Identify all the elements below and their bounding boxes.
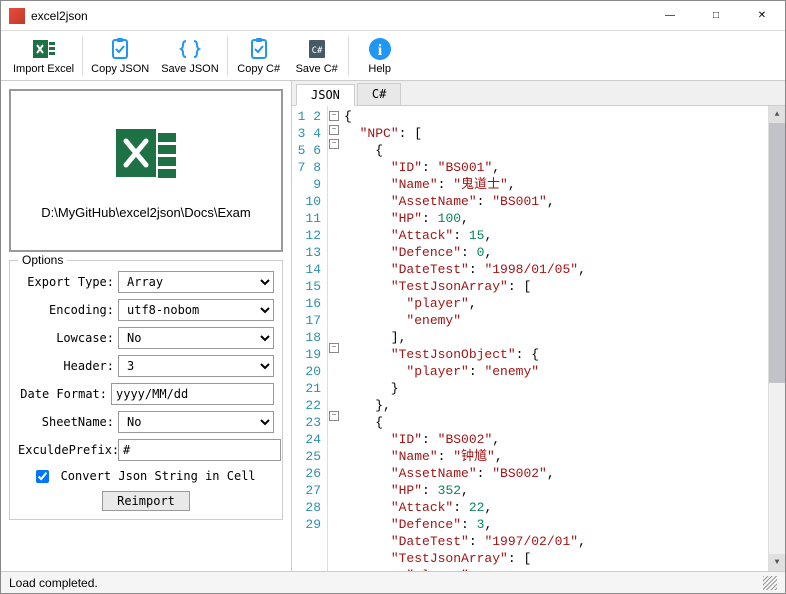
line-gutter: 1 2 3 4 5 6 7 8 9 10 11 12 13 14 15 16 1… (292, 106, 328, 571)
header-select[interactable]: 3 (118, 355, 274, 377)
tab-json[interactable]: JSON (296, 84, 355, 106)
scrollbar-down-icon[interactable]: ▼ (769, 554, 785, 571)
resize-grip[interactable] (763, 576, 777, 590)
options-group: Options Export Type: Array Encoding: utf… (9, 260, 283, 520)
copy-json-button[interactable]: Copy JSON (85, 35, 155, 77)
lowcase-select[interactable]: No (118, 327, 274, 349)
code-content[interactable]: { "NPC": [ { "ID": "BS001", "Name": "鬼道士… (340, 106, 768, 571)
left-panel: D:\MyGitHub\excel2json\Docs\Exam Options… (1, 81, 291, 571)
status-text: Load completed. (9, 576, 98, 590)
window-title: excel2json (31, 9, 647, 23)
tab-csharp[interactable]: C# (357, 83, 401, 105)
braces-icon (178, 37, 202, 61)
scrollbar-thumb[interactable] (769, 123, 785, 383)
exclude-prefix-label: ExculdePrefix: (18, 443, 118, 457)
file-drop-box[interactable]: D:\MyGitHub\excel2json\Docs\Exam (9, 89, 283, 252)
tabs: JSON C# (292, 81, 785, 106)
copy-csharp-label: Copy C# (237, 63, 280, 75)
help-label: Help (368, 63, 391, 75)
save-csharp-label: Save C# (296, 63, 338, 75)
excel-large-icon (114, 121, 178, 185)
export-type-select[interactable]: Array (118, 271, 274, 293)
right-panel: JSON C# 1 2 3 4 5 6 7 8 9 10 11 12 13 14… (291, 81, 785, 571)
svg-text:i: i (377, 42, 382, 59)
save-csharp-button[interactable]: C# Save C# (288, 35, 346, 77)
fold-column: −−−−− (328, 106, 340, 571)
save-json-label: Save JSON (161, 63, 218, 75)
toolbar: Import Excel Copy JSON Save JSON Copy C#… (1, 31, 785, 81)
titlebar: excel2json — □ ✕ (1, 1, 785, 31)
exclude-prefix-input[interactable] (118, 439, 281, 461)
encoding-label: Encoding: (18, 303, 118, 317)
vertical-scrollbar[interactable]: ▲ ▼ (768, 106, 785, 571)
clipboard-icon (108, 37, 132, 61)
svg-text:C#: C# (311, 46, 322, 56)
import-excel-label: Import Excel (13, 63, 74, 75)
header-label: Header: (18, 359, 118, 373)
reimport-button[interactable]: Reimport (102, 491, 190, 511)
lowcase-label: Lowcase: (18, 331, 118, 345)
excel-icon (32, 37, 56, 61)
convert-cell-label: Convert Json String in Cell (61, 469, 256, 483)
date-format-input[interactable] (111, 383, 274, 405)
date-format-label: Date Format: (18, 387, 111, 401)
close-button[interactable]: ✕ (739, 1, 785, 31)
code-file-icon: C# (305, 37, 329, 61)
options-legend: Options (18, 253, 67, 267)
scrollbar-up-icon[interactable]: ▲ (769, 106, 785, 123)
save-json-button[interactable]: Save JSON (155, 35, 224, 77)
sheetname-label: SheetName: (18, 415, 118, 429)
maximize-button[interactable]: □ (693, 1, 739, 31)
help-button[interactable]: i Help (351, 35, 409, 77)
statusbar: Load completed. (1, 571, 785, 593)
copy-csharp-button[interactable]: Copy C# (230, 35, 288, 77)
code-editor[interactable]: 1 2 3 4 5 6 7 8 9 10 11 12 13 14 15 16 1… (292, 106, 785, 571)
help-icon: i (368, 37, 392, 61)
convert-cell-checkbox[interactable] (36, 470, 49, 483)
import-excel-button[interactable]: Import Excel (7, 35, 80, 77)
file-path: D:\MyGitHub\excel2json\Docs\Exam (21, 205, 271, 230)
app-icon (9, 8, 25, 24)
sheetname-select[interactable]: No (118, 411, 274, 433)
export-type-label: Export Type: (18, 275, 118, 289)
copy-json-label: Copy JSON (91, 63, 149, 75)
encoding-select[interactable]: utf8-nobom (118, 299, 274, 321)
minimize-button[interactable]: — (647, 1, 693, 31)
clipboard-icon (247, 37, 271, 61)
